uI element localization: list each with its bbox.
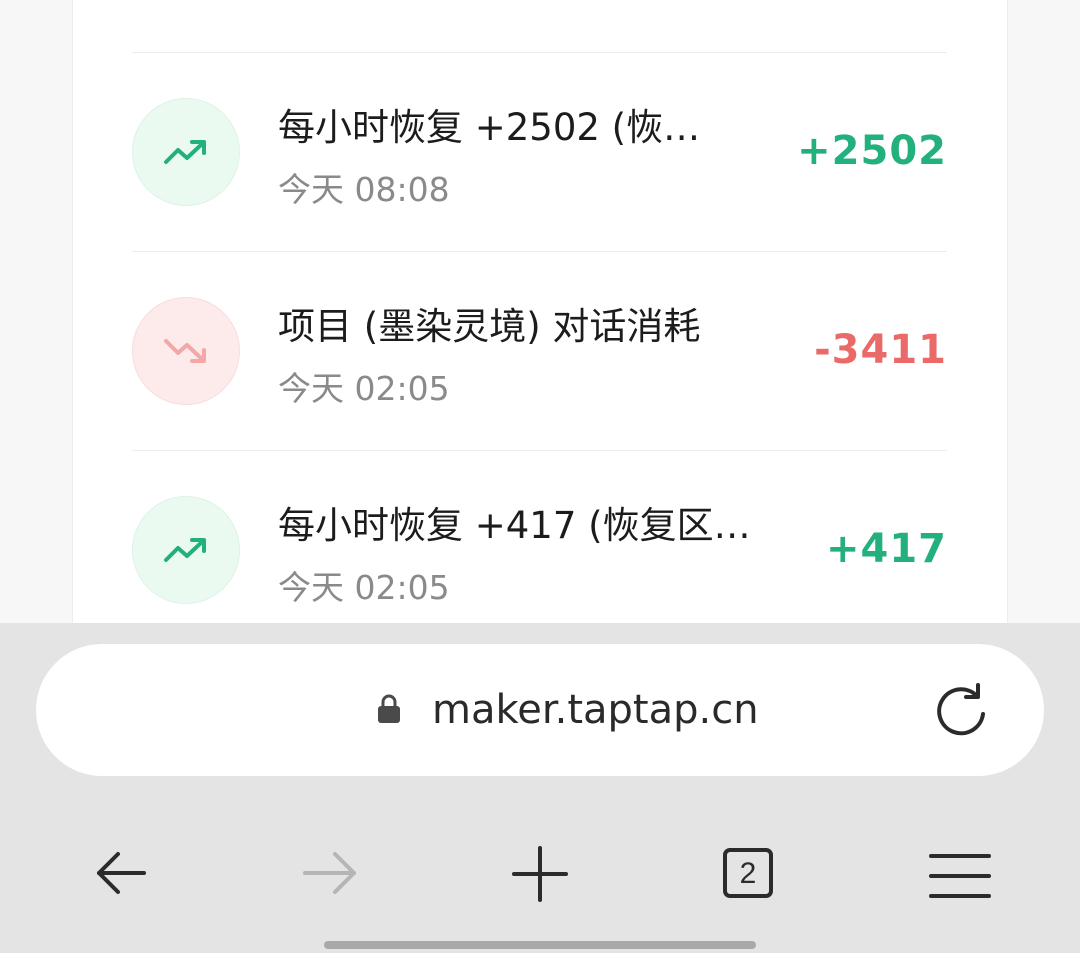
browser-toolbar: maker.taptap.cn 2 <box>0 623 1080 953</box>
tab-count-icon: 2 <box>723 848 773 898</box>
new-tab-button[interactable] <box>512 838 592 908</box>
transaction-row[interactable]: 项目 (墨染灵境) 对话消耗 今天 02:05 -3411 <box>132 252 947 451</box>
trend-up-icon <box>132 496 240 604</box>
trend-up-icon <box>132 98 240 206</box>
forward-arrow-icon <box>303 852 356 894</box>
plus-icon <box>512 846 568 902</box>
transaction-amount: +417 <box>825 526 947 572</box>
url-text: maker.taptap.cn <box>432 687 759 733</box>
transaction-title: 每小时恢复 +2502 (恢… <box>278 106 701 149</box>
forward-button[interactable] <box>302 838 382 908</box>
back-arrow-icon <box>97 852 146 894</box>
transaction-amount: -3411 <box>814 327 947 373</box>
transaction-title: 项目 (墨染灵境) 对话消耗 <box>278 305 701 348</box>
transaction-row[interactable]: 每小时恢复 +417 (恢复区… 今天 02:05 +417 <box>132 451 947 650</box>
back-button[interactable] <box>96 838 176 908</box>
transaction-title: 每小时恢复 +417 (恢复区… <box>278 504 751 547</box>
refresh-icon[interactable] <box>933 682 989 738</box>
lock-icon <box>378 694 400 723</box>
transaction-row[interactable]: 每小时恢复 +2502 (恢… 今天 08:08 +2502 <box>132 53 947 252</box>
transaction-time: 今天 08:08 <box>278 170 450 209</box>
transaction-amount: +2502 <box>797 128 947 174</box>
address-bar[interactable]: maker.taptap.cn <box>36 644 1044 776</box>
transaction-time: 今天 02:05 <box>278 568 450 607</box>
home-indicator[interactable] <box>324 941 756 949</box>
menu-button[interactable] <box>929 838 1009 908</box>
transaction-time: 今天 02:05 <box>278 369 450 408</box>
trend-down-icon <box>132 297 240 405</box>
menu-icon <box>929 854 991 898</box>
tabs-button[interactable]: 2 <box>723 848 803 918</box>
